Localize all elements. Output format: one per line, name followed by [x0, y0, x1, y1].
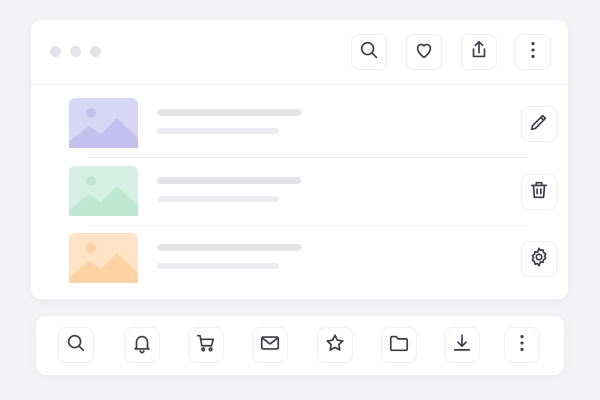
list-item[interactable]	[69, 233, 557, 285]
edit-button[interactable]	[521, 106, 557, 142]
more-vertical-icon	[511, 332, 533, 359]
bell-icon	[131, 332, 153, 359]
subtitle-placeholder-line	[157, 196, 279, 202]
share-button[interactable]	[461, 34, 497, 70]
favorite-button[interactable]	[406, 34, 442, 70]
title-placeholder-line	[157, 177, 301, 184]
main-card	[31, 20, 568, 299]
search-icon	[65, 332, 87, 359]
favorites-button[interactable]	[317, 327, 353, 363]
row-divider	[88, 157, 528, 158]
title-placeholder-line	[157, 109, 301, 116]
delete-button[interactable]	[521, 174, 557, 210]
pencil-icon	[528, 111, 550, 138]
more-vertical-icon	[522, 39, 544, 66]
row-divider	[88, 225, 528, 226]
image-placeholder-thumbnail	[69, 166, 138, 216]
cart-button[interactable]	[188, 327, 224, 363]
window-control-dot[interactable]	[90, 46, 101, 57]
window-control-dot[interactable]	[50, 46, 61, 57]
title-placeholder-line	[157, 244, 301, 251]
notifications-button[interactable]	[124, 327, 160, 363]
window-control-dot[interactable]	[70, 46, 81, 57]
trash-icon	[528, 179, 550, 206]
toolbar-more-options-button[interactable]	[504, 327, 540, 363]
download-icon	[451, 332, 473, 359]
search-icon	[358, 39, 380, 66]
mail-button[interactable]	[252, 327, 288, 363]
subtitle-placeholder-line	[157, 263, 279, 269]
window-controls	[50, 46, 101, 57]
more-options-button[interactable]	[515, 34, 551, 70]
toolbar-search-button[interactable]	[58, 327, 94, 363]
list-item[interactable]	[69, 98, 557, 150]
star-icon	[324, 332, 346, 359]
folder-button[interactable]	[381, 327, 417, 363]
folder-icon	[388, 332, 410, 359]
card-header	[31, 20, 568, 85]
image-placeholder-thumbnail	[69, 98, 138, 148]
bottom-toolbar	[36, 316, 564, 375]
download-button[interactable]	[444, 327, 480, 363]
subtitle-placeholder-line	[157, 128, 279, 134]
search-button[interactable]	[351, 34, 387, 70]
share-icon	[468, 39, 490, 66]
image-placeholder-thumbnail	[69, 233, 138, 283]
mail-icon	[259, 332, 281, 359]
heart-icon	[413, 39, 435, 66]
settings-button[interactable]	[521, 241, 557, 277]
list-item[interactable]	[69, 166, 557, 218]
gear-icon	[528, 246, 550, 273]
cart-icon	[195, 332, 217, 359]
